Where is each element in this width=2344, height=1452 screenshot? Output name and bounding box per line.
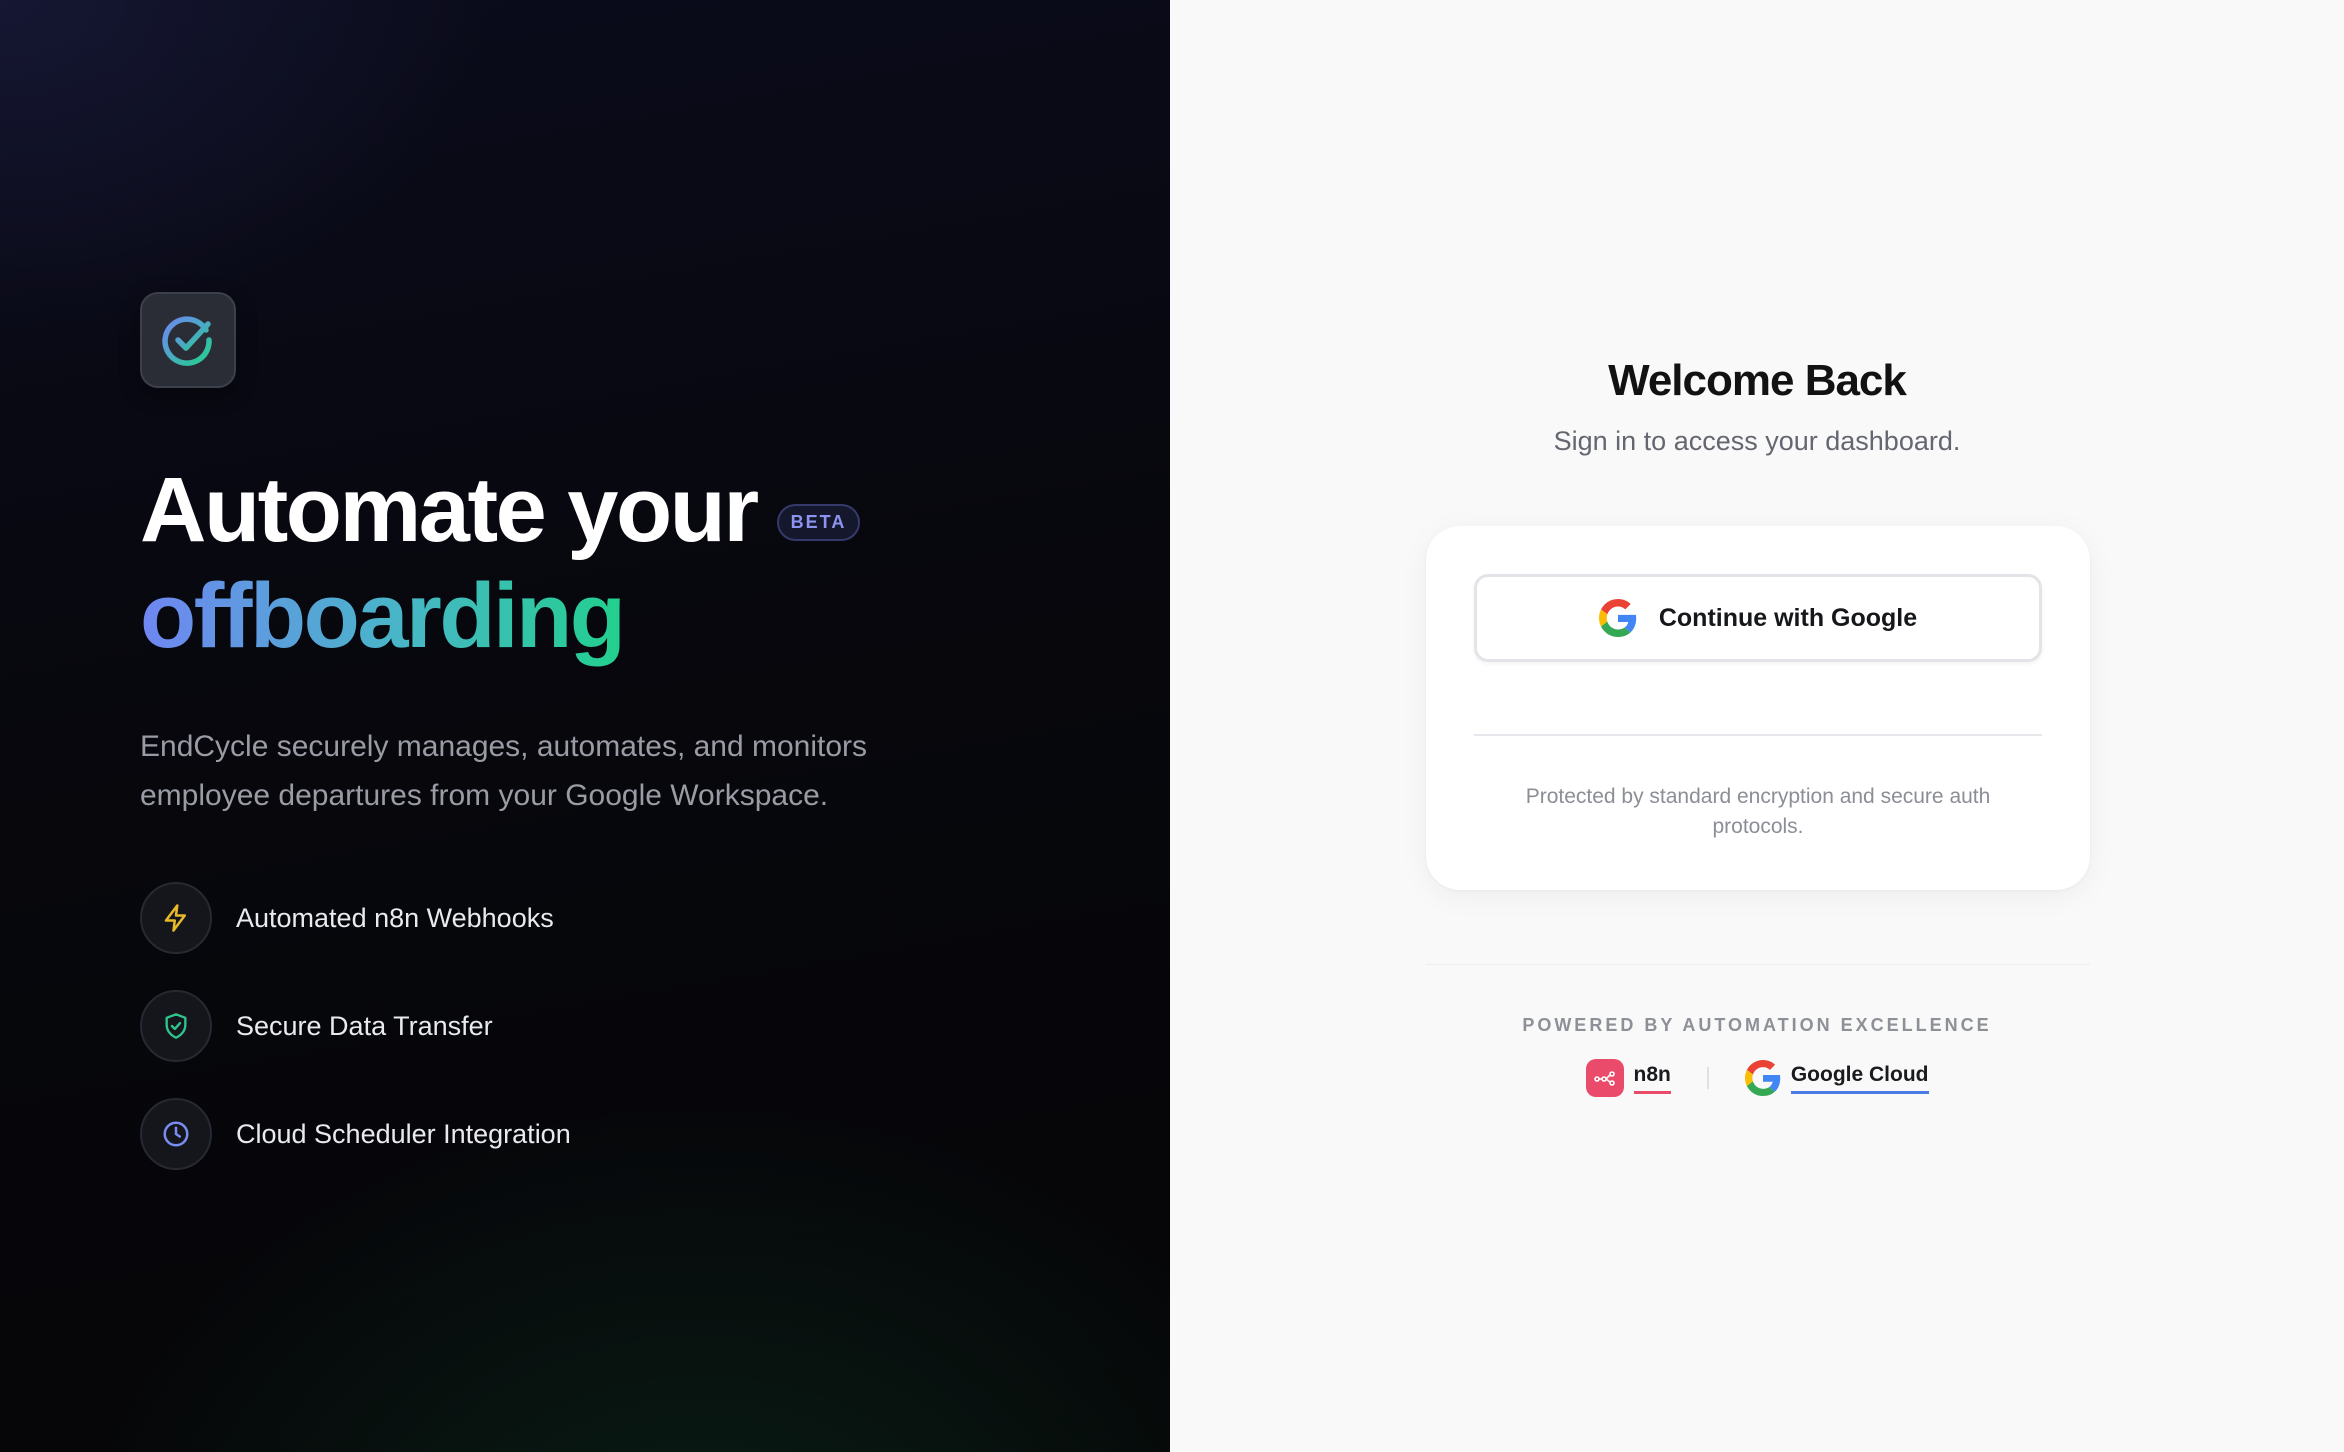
hero-description: EndCycle securely manages, automates, an…: [140, 730, 868, 812]
feature-icon-wrapper: [140, 990, 212, 1062]
google-g-icon: [1598, 599, 1637, 637]
n8n-logo-icon: [1585, 1059, 1624, 1097]
google-g-icon: [1744, 1060, 1781, 1096]
security-note: Protected by standard encryption and sec…: [1525, 785, 1991, 838]
section-divider: [1426, 964, 2090, 965]
feature-item-scheduler: Cloud Scheduler Integration: [140, 1098, 1040, 1170]
headline-accent: offboarding: [140, 560, 626, 678]
feature-label: Cloud Scheduler Integration: [236, 1118, 571, 1149]
feature-icon-wrapper: [140, 1098, 212, 1170]
partner-logos: n8n Google Cloud: [1170, 1054, 2344, 1102]
headline-row: Automate your BETA: [140, 460, 1040, 560]
partner-label: Google Cloud: [1790, 1063, 1929, 1094]
powered-by-label: POWERED BY AUTOMATION EXCELLENCE: [1522, 1015, 1992, 1035]
feature-label: Automated n8n Webhooks: [236, 902, 554, 933]
hero-content: Automate your BETA offboarding EndCycle …: [140, 292, 1040, 1206]
feature-label: Secure Data Transfer: [236, 1010, 493, 1041]
shield-check-icon: [165, 1013, 187, 1039]
headline: Automate your: [140, 459, 759, 561]
card-divider: [1474, 734, 2042, 736]
app-logo: [140, 292, 236, 388]
partner-separator: [1706, 1067, 1709, 1089]
feature-icon-wrapper: [140, 882, 212, 954]
google-button-label: Continue with Google: [1658, 603, 1918, 632]
feature-list: Automated n8n Webhooks Secure Data Trans…: [140, 882, 1040, 1170]
page-subtitle: Sign in to access your dashboard.: [1553, 426, 1961, 456]
continue-with-google-button[interactable]: Continue with Google: [1474, 574, 2042, 662]
check-circle-icon: [162, 316, 212, 366]
login-card: Continue with Google Protected by standa…: [1426, 526, 2090, 890]
partner-label: n8n: [1633, 1063, 1671, 1094]
page-title: Welcome Back: [1608, 356, 1907, 405]
clock-icon: [163, 1121, 189, 1147]
beta-badge: BETA: [776, 503, 861, 541]
lightning-icon: [164, 904, 186, 932]
partner-google-cloud-link[interactable]: Google Cloud: [1744, 1060, 1929, 1096]
hero-panel: Automate your BETA offboarding EndCycle …: [0, 0, 1170, 1452]
login-panel: Welcome Back Sign in to access your dash…: [1170, 0, 2344, 1452]
feature-item-webhooks: Automated n8n Webhooks: [140, 882, 1040, 954]
feature-item-secure-transfer: Secure Data Transfer: [140, 990, 1040, 1062]
partner-n8n-link[interactable]: n8n: [1585, 1059, 1671, 1097]
